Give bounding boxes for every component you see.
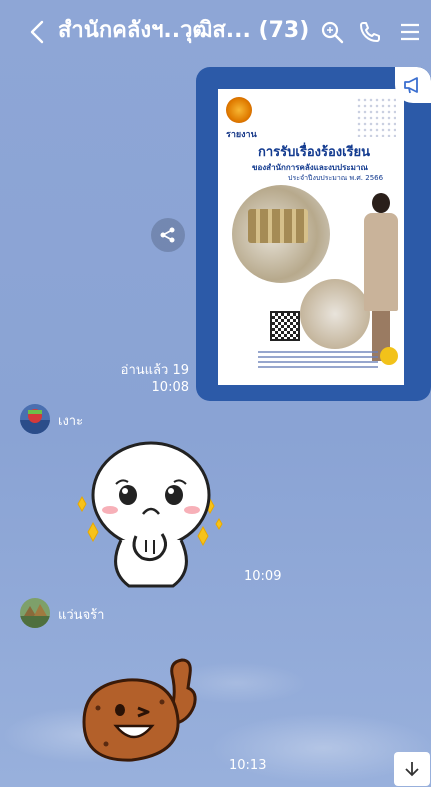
moon-sticker[interactable] xyxy=(66,440,236,590)
sender-name: แว่นจร้า xyxy=(58,608,105,623)
chat-title[interactable]: สำนักคลังฯ..วุฒิส... (73) xyxy=(58,16,310,46)
decor-dots xyxy=(356,97,396,137)
read-count: อ่านแล้ว 19 xyxy=(120,363,189,378)
badge-icon xyxy=(380,347,398,365)
phone-icon[interactable] xyxy=(356,18,384,46)
message-time: 10:13 xyxy=(229,758,267,773)
chat-header: สำนักคลังฯ..วุฒิส... (73) xyxy=(0,0,431,64)
menu-icon[interactable] xyxy=(396,18,424,46)
message-sender: เงาะ xyxy=(20,404,320,438)
message-time: 10:09 xyxy=(244,569,282,584)
doc-footer-text xyxy=(258,351,378,371)
scroll-down-button[interactable] xyxy=(394,752,430,786)
message-sender: แว่นจร้า xyxy=(20,598,320,632)
person-photo xyxy=(360,193,400,369)
message-meta: อ่านแล้ว 19 10:08 xyxy=(121,362,189,396)
arrow-down-icon xyxy=(405,762,419,777)
qr-code xyxy=(270,311,300,341)
doc-label: รายงาน xyxy=(226,130,257,140)
back-icon[interactable] xyxy=(28,20,48,44)
cookie-sticker[interactable] xyxy=(76,648,206,764)
image-message[interactable]: รายงาน การรับเรื่องร้องเรียน ของสำนักการ… xyxy=(196,67,431,401)
sender-name: เงาะ xyxy=(58,414,84,429)
report-cover-image: รายงาน การรับเรื่องร้องเรียน ของสำนักการ… xyxy=(218,89,404,385)
avatar[interactable] xyxy=(20,598,50,628)
share-icon[interactable] xyxy=(151,218,185,252)
announce-icon[interactable] xyxy=(401,73,425,97)
search-icon[interactable] xyxy=(318,18,346,46)
emblem-icon xyxy=(226,97,252,123)
doc-year: ประจำปีงบประมาณ พ.ศ. 2566 xyxy=(288,174,384,182)
message-time: 10:08 xyxy=(151,380,189,395)
coin-stacks xyxy=(248,209,308,243)
avatar[interactable] xyxy=(20,404,50,434)
doc-title: การรับเรื่องร้องเรียน xyxy=(258,145,371,160)
